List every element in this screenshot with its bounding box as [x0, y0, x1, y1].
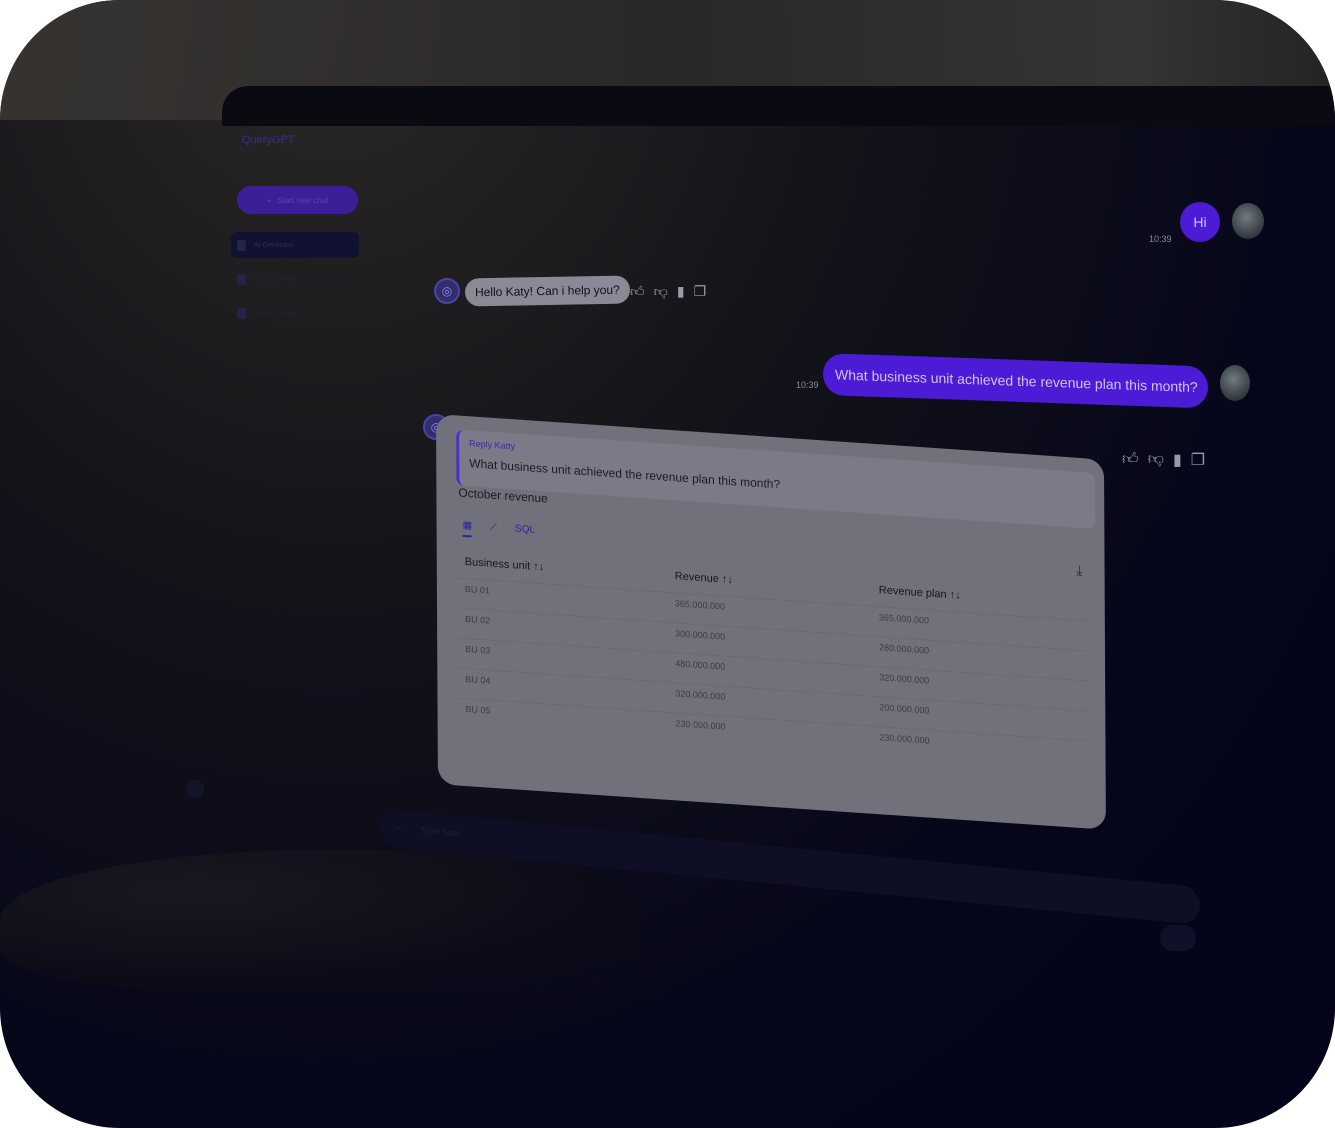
- user-message-bubble: What business unit achieved the revenue …: [823, 353, 1208, 409]
- table-cell: 230.000.000: [675, 718, 726, 732]
- table-cell: BU 02: [465, 613, 491, 626]
- app-logo: QueryGPT: [242, 134, 295, 146]
- hand-silhouette: [0, 850, 640, 990]
- sort-icon[interactable]: ↑↓: [533, 561, 544, 574]
- user-avatar: [1232, 203, 1264, 239]
- view-tabs: ▦ ⟋ SQL: [462, 519, 536, 542]
- column-header-business-unit[interactable]: Business unit ↑↓: [465, 556, 545, 573]
- reply-quote-text: What business unit achieved the revenue …: [469, 456, 781, 492]
- user-message-text: What business unit achieved the revenue …: [835, 366, 1198, 396]
- user-avatar[interactable]: [186, 780, 204, 798]
- reply-quote: Reply Katty What business unit achieved …: [456, 429, 1096, 529]
- sidebar-item-data-schema[interactable]: Data Schema: [231, 266, 359, 292]
- column-header-revenue-plan[interactable]: Revenue plan ↑↓: [879, 584, 961, 602]
- table-cell: BU 05: [465, 704, 491, 716]
- table-cell: BU 03: [465, 643, 491, 656]
- table-cell: BU 01: [464, 583, 490, 596]
- sidebar-item-label: AI Generator: [254, 241, 295, 249]
- bookmark-icon[interactable]: ▮: [677, 283, 685, 300]
- sidebar-item-ai-generator[interactable]: AI Generator: [231, 232, 359, 258]
- user-avatar: [1220, 365, 1250, 401]
- message-actions: 👍︎ 👎︎ ▮ ❐: [1122, 450, 1205, 470]
- thumbs-up-icon[interactable]: 👍︎: [630, 283, 645, 300]
- bot-avatar-icon: ◎: [434, 278, 460, 304]
- copy-icon[interactable]: ❐: [1191, 450, 1205, 470]
- sort-icon[interactable]: ↑↓: [722, 573, 733, 586]
- reply-label: Reply Katty: [469, 438, 516, 452]
- photo-frame: QueryGPT + Start new chat AI Generator D…: [0, 0, 1335, 1128]
- composer-placeholder: Type here: [420, 824, 461, 839]
- bot-message-bubble: Hello Katy! Can i help you?: [464, 275, 630, 307]
- column-header-revenue[interactable]: Revenue ↑↓: [675, 570, 733, 586]
- back-arrow-icon[interactable]: ←: [394, 820, 405, 833]
- table-view-icon[interactable]: ▦: [462, 519, 473, 538]
- tab-sql[interactable]: SQL: [515, 523, 535, 541]
- bookmark-icon[interactable]: ▮: [1173, 450, 1182, 470]
- revenue-table: Business unit ↑↓ Revenue ↑↓ Revenue plan…: [456, 555, 1088, 808]
- table-cell: 280.000.000: [879, 642, 930, 656]
- schema-icon: [237, 273, 246, 285]
- table-cell: 200.000.000: [879, 702, 930, 716]
- chart-view-icon[interactable]: ⟋: [490, 522, 497, 539]
- pencil-icon: [237, 239, 246, 251]
- new-chat-label: Start new chat: [277, 195, 329, 205]
- plus-icon: +: [266, 195, 272, 205]
- message-time: 10:39: [796, 380, 819, 390]
- table-cell: 320.000.000: [879, 672, 930, 686]
- bot-message-text: Hello Katy! Can i help you?: [474, 282, 620, 300]
- message-actions: 👍︎ 👎︎ ▮ ❐: [630, 283, 706, 300]
- table-cell: 365.000.000: [878, 612, 929, 626]
- answer-card: Reply Katty What business unit achieved …: [436, 414, 1106, 830]
- table-cell: 365.000.000: [674, 598, 725, 612]
- sidebar-item-label: Data Schema: [254, 275, 297, 283]
- monitor-bezel: [222, 86, 1335, 126]
- thumbs-up-icon[interactable]: 👍︎: [1122, 450, 1139, 470]
- sort-icon[interactable]: ↑↓: [950, 589, 961, 602]
- sidebar-item-label: Saved answers: [254, 309, 302, 317]
- table-cell: 480.000.000: [675, 658, 726, 672]
- bookmark-icon: [237, 307, 246, 319]
- new-chat-button[interactable]: + Start new chat: [237, 186, 358, 214]
- sidebar-item-saved-answers[interactable]: Saved answers: [231, 300, 359, 326]
- copy-icon[interactable]: ❐: [694, 283, 707, 300]
- thumbs-down-icon[interactable]: 👎︎: [1148, 450, 1164, 470]
- message-time: 10:39: [1149, 234, 1172, 244]
- table-cell: 230.000.000: [879, 732, 930, 746]
- user-message-text: Hi: [1193, 214, 1207, 230]
- thumbs-down-icon[interactable]: 👎︎: [654, 283, 668, 300]
- user-message-bubble: Hi: [1180, 202, 1220, 242]
- download-icon[interactable]: ⤓: [1076, 562, 1082, 579]
- table-cell: 300.000.000: [675, 628, 726, 642]
- table-cell: 320.000.000: [675, 688, 726, 702]
- send-button[interactable]: [1160, 925, 1196, 951]
- table-cell: BU 04: [465, 674, 491, 686]
